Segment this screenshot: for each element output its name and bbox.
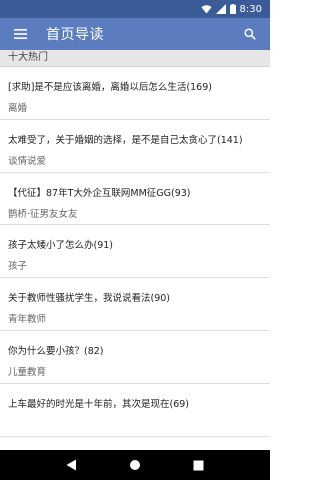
item-category: 谈情说爱 xyxy=(8,155,47,167)
list-item[interactable]: 关于教师性骚扰学生，我说说看法(90) 青年教师 xyxy=(0,278,270,331)
item-title: 上车最好的时光是十年前，其次是现在(69) xyxy=(8,398,190,410)
item-category: 鹊桥·征男友女友 xyxy=(8,208,78,220)
section-header: 十大热门 xyxy=(0,50,270,67)
list-item[interactable]: [求助]是不是应该离婚，离婚以后怎么生活(169) 离婚 xyxy=(0,67,270,120)
navigation-bar xyxy=(0,450,270,480)
item-category: 孩子 xyxy=(8,261,28,273)
signal-icon xyxy=(215,4,226,14)
back-icon[interactable] xyxy=(57,450,87,480)
wifi-icon xyxy=(201,4,212,14)
recents-icon[interactable] xyxy=(183,450,213,480)
item-category: 离婚 xyxy=(8,103,28,114)
status-time: 8:30 xyxy=(239,3,262,15)
item-title: 关于教师性骚扰学生，我说说看法(90) xyxy=(8,293,171,305)
item-title: 你为什么要小孩？(82) xyxy=(8,345,104,357)
item-category: 青年教师 xyxy=(8,314,47,326)
item-title: 太难受了，关于婚姻的选择，是不是自己太贪心了(141) xyxy=(8,134,243,146)
item-category: 儿童教育 xyxy=(8,366,47,378)
home-icon[interactable] xyxy=(120,450,150,480)
list-item[interactable]: 【代征】87年T大外企互联网MM征GG(93) 鹊桥·征男友女友 xyxy=(0,173,270,226)
topic-list: [求助]是不是应该离婚，离婚以后怎么生活(169) 离婚 太难受了，关于婚姻的选… xyxy=(0,67,270,437)
status-bar: 8:30 xyxy=(0,0,270,18)
app-bar: 首页导读 xyxy=(0,18,270,50)
list-item[interactable]: 太难受了，关于婚姻的选择，是不是自己太贪心了(141) 谈情说爱 xyxy=(0,120,270,173)
list-item[interactable]: 你为什么要小孩？(82) 儿童教育 xyxy=(0,331,270,384)
search-icon[interactable] xyxy=(234,18,266,50)
list-item[interactable]: 孩子太矮小了怎么办(91) 孩子 xyxy=(0,225,270,279)
list-item[interactable]: 上车最好的时光是十年前，其次是现在(69) xyxy=(0,384,270,437)
battery-icon xyxy=(229,4,236,14)
page-title: 首页导读 xyxy=(46,27,104,43)
item-title: 【代征】87年T大外企互联网MM征GG(93) xyxy=(8,187,191,199)
item-title: [求助]是不是应该离婚，离婚以后怎么生活(169) xyxy=(8,82,212,93)
item-title: 孩子太矮小了怎么办(91) xyxy=(8,240,114,252)
menu-icon[interactable] xyxy=(0,18,40,50)
